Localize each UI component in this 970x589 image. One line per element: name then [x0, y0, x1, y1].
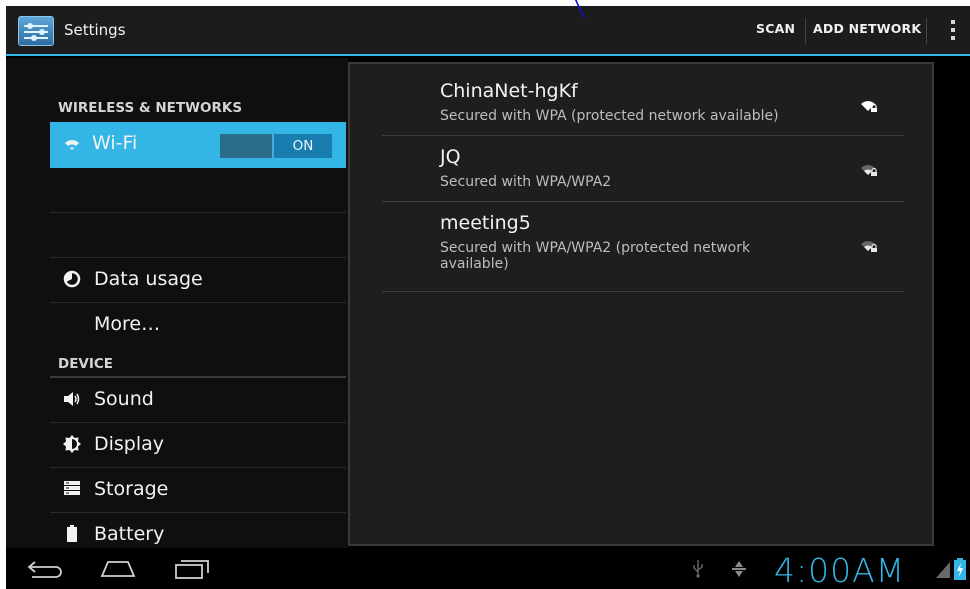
sidebar-item-label: Sound [94, 388, 154, 410]
settings-app-icon[interactable] [18, 16, 54, 46]
speaker-icon [62, 390, 82, 410]
app-title: Settings [64, 21, 126, 39]
toggle-on-label: ON [272, 134, 332, 158]
sidebar-item-data-usage[interactable]: Data usage [50, 258, 346, 303]
wifi-network-list: ChinaNet-hgKf Secured with WPA (protecte… [348, 62, 934, 546]
network-item[interactable]: meeting5 Secured with WPA/WPA2 (protecte… [382, 202, 904, 292]
battery-charging-icon [954, 558, 966, 580]
sidebar-item-label: Display [94, 433, 165, 455]
sidebar-item-storage[interactable]: Storage [50, 468, 346, 513]
wifi-signal-lock-icon [860, 238, 878, 252]
usb-icon [692, 560, 704, 582]
scan-button[interactable]: SCAN [756, 21, 795, 36]
wifi-toggle-switch[interactable]: ON [220, 134, 332, 158]
network-item[interactable]: ChinaNet-hgKf Secured with WPA (protecte… [382, 70, 904, 136]
usb-debugging-icon [730, 560, 748, 582]
overflow-menu-icon[interactable] [950, 20, 956, 42]
action-bar: Settings SCAN ADD NETWORK [6, 6, 970, 56]
settings-headers: WIRELESS & NETWORKS Wi-Fi ON Data usage … [6, 58, 348, 548]
network-ssid: ChinaNet-hgKf [440, 80, 578, 102]
sidebar-item-sound[interactable]: Sound [50, 378, 346, 423]
brightness-icon [62, 435, 82, 455]
sidebar-item-display[interactable]: Display [50, 423, 346, 468]
status-clock: 4:00AM [774, 551, 906, 589]
wifi-signal-lock-icon [860, 162, 878, 176]
tablet-screen: Settings SCAN ADD NETWORK WIRELESS & NET… [6, 6, 970, 589]
annotation-stroke [574, 0, 585, 19]
home-button-icon[interactable] [98, 558, 138, 580]
recent-apps-button-icon[interactable] [172, 558, 212, 580]
empty-row [50, 213, 346, 258]
wifi-signal-lock-icon [860, 98, 878, 112]
sidebar-item-label: Data usage [94, 268, 203, 290]
sidebar-item-wifi[interactable]: Wi-Fi ON [50, 122, 346, 168]
action-divider [926, 18, 927, 44]
empty-row [50, 168, 346, 213]
back-button-icon[interactable] [24, 558, 64, 580]
sidebar-item-label: Storage [94, 478, 169, 500]
category-device: DEVICE [58, 356, 114, 372]
network-security: Secured with WPA (protected network avai… [440, 108, 779, 124]
network-security: Secured with WPA/WPA2 [440, 174, 612, 190]
sidebar-item-label: Wi-Fi [92, 132, 138, 154]
system-bar: 4:00AM [6, 550, 970, 589]
network-ssid: meeting5 [440, 212, 531, 234]
storage-icon [62, 480, 82, 500]
sidebar-item-label: More… [94, 313, 161, 335]
wifi-icon [62, 134, 82, 154]
network-ssid: JQ [440, 146, 461, 168]
network-security: Secured with WPA/WPA2 (protected network… [440, 240, 751, 272]
action-divider [805, 18, 806, 44]
signal-strength-icon [936, 562, 950, 584]
network-item[interactable]: JQ Secured with WPA/WPA2 [382, 136, 904, 202]
sidebar-item-label: Battery [94, 523, 165, 545]
battery-icon [62, 525, 82, 545]
data-usage-icon [62, 270, 82, 290]
category-wireless-networks: WIRELESS & NETWORKS [58, 100, 243, 116]
sidebar-item-more[interactable]: More… [50, 303, 346, 348]
add-network-button[interactable]: ADD NETWORK [813, 21, 921, 36]
